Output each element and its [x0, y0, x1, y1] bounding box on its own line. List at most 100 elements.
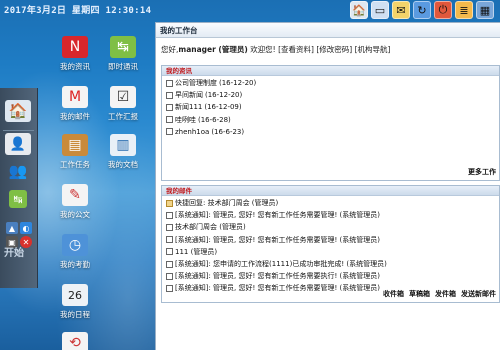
notes-button[interactable]: ≣: [455, 1, 473, 19]
news-item[interactable]: zhenh1oa (16-6-23): [162, 126, 499, 138]
mail-panel: 我的邮件 快捷回复: 技术部门周会 (管理员) [系统通知]: 管理员, 您好! …: [161, 185, 500, 303]
mail-item[interactable]: [系统通知]: 您申请的工作流程(1111)已成功审批完成! (系统管理员): [162, 258, 499, 270]
workspace-title: 我的工作台: [156, 23, 500, 38]
workspace-panel: 我的工作台 您好,manager (管理员) 欢迎您! [查看资料] [修改密码…: [155, 22, 500, 350]
document-icon: [166, 128, 173, 136]
app-icon: ◷: [62, 234, 88, 256]
news-date: (16-12-09): [204, 103, 242, 112]
network-icon[interactable]: ▲: [6, 222, 18, 234]
app-icon: N: [62, 36, 88, 58]
news-title: 早间新闻: [175, 91, 203, 100]
news-item[interactable]: 新闻111 (16-12-09): [162, 101, 499, 113]
top-toolbar: 🏠 ▭ ✉ ↻ ⏻ ≣ ▦: [350, 1, 494, 21]
mail-links: 收件箱 草稿箱 发件箱 发送新邮件: [383, 289, 496, 299]
desktop-icon-label: 我的资讯: [60, 62, 90, 71]
clock: 2017年3月2日 星期四 12:30:14: [4, 6, 152, 16]
desktop-icon-item[interactable]: ✎ 我的公文: [51, 184, 99, 220]
mail-item[interactable]: [系统通知]: 管理员, 您好! 您有新工作任务需要执行! (系统管理员): [162, 270, 499, 282]
mail-subject: [系统通知]: 管理员, 您好! 您有新工作任务需要管理! (系统管理员): [175, 284, 381, 293]
desktop-icon-item[interactable]: ◷ 我的考勤: [51, 234, 99, 270]
messenger-icon: ↹: [9, 190, 27, 208]
drafts-link[interactable]: 草稿箱: [409, 289, 430, 299]
mail-subject: 快捷回复: 技术部门周会 (管理员): [175, 199, 279, 208]
desktop-icon-label: 我的文档: [108, 160, 138, 169]
news-item[interactable]: 早间新闻 (16-12-20): [162, 89, 499, 101]
welcome-line: 您好,manager (管理员) 欢迎您! [查看资料] [修改密码] [机构导…: [156, 38, 500, 55]
dock-avatar-button[interactable]: 👤: [5, 133, 31, 155]
app-icon: ✎: [62, 184, 88, 206]
greeting-prefix: 您好,: [161, 45, 179, 54]
desktop-icon-item[interactable]: ⟲: [51, 332, 99, 350]
app-icon: ☑: [110, 86, 136, 108]
refresh-icon: ↻: [417, 3, 427, 17]
calendar-button[interactable]: ▦: [476, 1, 494, 19]
avatar-icon: 👤: [9, 136, 27, 152]
news-title: 哇咧哇: [175, 115, 196, 124]
desktop-icon-item[interactable]: ▤ 工作任务: [51, 134, 99, 170]
envelope-icon: [166, 199, 173, 207]
mail-item[interactable]: [系统通知]: 管理员, 您好! 您有新工作任务需要管理! (系统管理员): [162, 209, 499, 221]
compose-link[interactable]: 发送新邮件: [461, 289, 496, 299]
home-button[interactable]: 🏠: [350, 1, 368, 19]
mail-item[interactable]: 111 (管理员): [162, 246, 499, 258]
mail-button[interactable]: ✉: [392, 1, 410, 19]
news-date: (16-6-23): [211, 127, 245, 136]
desktop-icon-label: 我的日程: [60, 310, 90, 319]
mail-header: 我的邮件: [162, 186, 499, 196]
news-panel: 我的资讯 公司管理制度 (16-12-20) 早间新闻 (16-12-20) 新闻111…: [161, 65, 500, 181]
desktop-icon-item[interactable]: 26 我的日程: [51, 284, 99, 320]
home-icon: 🏠: [352, 3, 366, 17]
news-date: (16-12-20): [205, 91, 243, 100]
document-icon: [166, 79, 173, 87]
mail-subject: [系统通知]: 管理员, 您好! 您有新工作任务需要管理! (系统管理员): [175, 235, 381, 244]
app-icon: ⟲: [62, 332, 88, 350]
app-icon: ▤: [62, 134, 88, 156]
desktop-icon-label: 我的考勤: [60, 260, 90, 269]
dock-divider: [3, 130, 34, 131]
news-item[interactable]: 公司管理制度 (16-12-20): [162, 77, 499, 89]
start-button[interactable]: 开始: [4, 244, 24, 259]
user-name: manager (管理员): [178, 45, 248, 54]
chat-icon[interactable]: ◐: [20, 222, 32, 234]
dock-messenger-button[interactable]: ↹: [5, 188, 31, 210]
mail-item-icon: [166, 211, 173, 219]
mail-item-icon: [166, 223, 173, 231]
mail-item-icon: [166, 272, 173, 280]
document-icon: [166, 91, 173, 99]
refresh-button[interactable]: ↻: [413, 1, 431, 19]
app-icon: ▥: [110, 134, 136, 156]
notes-icon: ≣: [459, 3, 469, 17]
app-icon: M: [62, 86, 88, 108]
account-links[interactable]: [查看资料] [修改密码] [机构导航]: [278, 45, 390, 54]
mail-item[interactable]: [系统通知]: 管理员, 您好! 您有新工作任务需要管理! (系统管理员): [162, 234, 499, 246]
app-icon: 26: [62, 284, 88, 306]
more-news-link[interactable]: 更多工作: [468, 167, 496, 177]
news-list: 公司管理制度 (16-12-20) 早间新闻 (16-12-20) 新闻111 (16-1…: [162, 76, 499, 138]
mail-item[interactable]: 快捷回复: 技术部门周会 (管理员): [162, 197, 499, 209]
desktop-icon-item[interactable]: M 我的邮件: [51, 86, 99, 122]
outbox-link[interactable]: 发件箱: [435, 289, 456, 299]
desktop-icon-label: 即时通讯: [108, 62, 138, 71]
app-icon: ↹: [110, 36, 136, 58]
desktop-icon-item[interactable]: ☑ 工作汇报: [99, 86, 147, 122]
news-title: 新闻111: [175, 103, 203, 112]
news-date: (16-6-28): [198, 115, 231, 124]
desktop-icon-item[interactable]: N 我的资讯: [51, 36, 99, 72]
desktop-icon-item[interactable]: ▥ 我的文档: [99, 134, 147, 170]
desktop-icon-label: 我的公文: [60, 210, 90, 219]
desktop-button[interactable]: ▭: [371, 1, 389, 19]
calendar-icon: ▦: [479, 3, 491, 17]
logout-button[interactable]: ⏻: [434, 1, 452, 19]
document-icon: [166, 103, 173, 111]
mail-item-icon: [166, 236, 173, 244]
desktop-icon-item[interactable]: ↹ 即时通讯: [99, 36, 147, 72]
desktop-icon-label: 我的邮件: [60, 112, 90, 121]
inbox-link[interactable]: 收件箱: [383, 289, 404, 299]
news-item[interactable]: 哇咧哇 (16-6-28): [162, 114, 499, 126]
mail-item[interactable]: 技术部门周会 (管理员): [162, 221, 499, 233]
desktop-icon: ▭: [374, 3, 386, 17]
dock-home-button[interactable]: 🏠: [5, 100, 31, 122]
dock-contacts-button[interactable]: 👥: [5, 160, 31, 182]
document-icon: [166, 116, 173, 124]
mail-item-icon: [166, 284, 173, 292]
